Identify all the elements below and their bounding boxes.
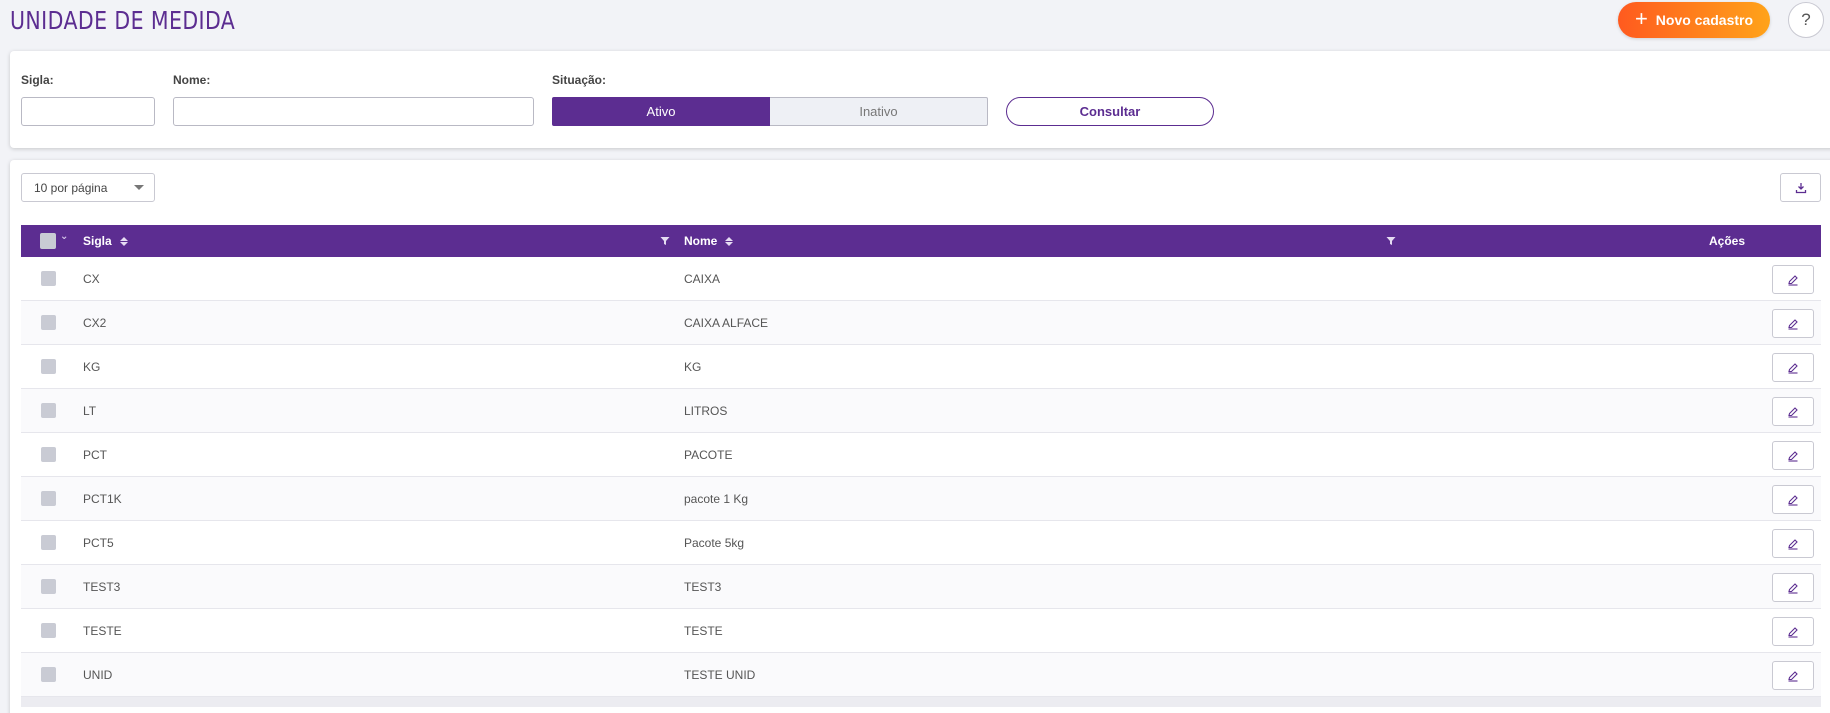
- table-row: UNID TESTE UNID: [21, 653, 1821, 697]
- table-row: CX CAIXA: [21, 257, 1821, 301]
- edit-button[interactable]: [1772, 485, 1814, 514]
- sort-icon[interactable]: [119, 236, 128, 246]
- caret-down-icon: [134, 185, 144, 190]
- row-checkbox[interactable]: [41, 403, 56, 418]
- situacao-inativo-toggle[interactable]: Inativo: [770, 97, 988, 126]
- pencil-icon: [1788, 406, 1798, 418]
- pencil-icon: [1788, 318, 1798, 330]
- edit-button[interactable]: [1772, 573, 1814, 602]
- pencil-icon: [1788, 626, 1798, 638]
- filter-icon[interactable]: [1386, 236, 1396, 246]
- sigla-filter-input[interactable]: [21, 97, 155, 126]
- edit-button[interactable]: [1772, 265, 1814, 294]
- pencil-icon: [1788, 494, 1798, 506]
- nome-filter-label: Nome:: [173, 73, 211, 87]
- row-checkbox[interactable]: [41, 667, 56, 682]
- row-nome: CAIXA ALFACE: [684, 316, 769, 330]
- sigla-filter-label: Sigla:: [21, 73, 54, 87]
- row-checkbox[interactable]: [41, 271, 56, 286]
- pencil-icon: [1788, 582, 1798, 594]
- nome-filter-input[interactable]: [173, 97, 534, 126]
- row-nome: LITROS: [684, 404, 728, 418]
- row-checkbox[interactable]: [41, 623, 56, 638]
- table-footer: [21, 697, 1821, 707]
- pencil-icon: [1788, 450, 1798, 462]
- pencil-icon: [1788, 538, 1798, 550]
- list-panel: 10 por página ⌄ Sigla Nome Ações CX CAIX…: [10, 160, 1830, 713]
- row-sigla: KG: [83, 360, 101, 374]
- row-sigla: TEST3: [83, 580, 121, 594]
- table-row: PCT PACOTE: [21, 433, 1821, 477]
- column-header-nome[interactable]: Nome: [684, 234, 734, 248]
- row-nome: pacote 1 Kg: [684, 492, 749, 506]
- row-checkbox[interactable]: [41, 579, 56, 594]
- pencil-icon: [1788, 362, 1798, 374]
- table-row: TESTE TESTE: [21, 609, 1821, 653]
- nome-header-label: Nome: [684, 234, 718, 248]
- row-checkbox[interactable]: [41, 447, 56, 462]
- page-title: UNIDADE DE MEDIDA: [10, 6, 236, 35]
- column-header-sigla[interactable]: Sigla: [83, 234, 128, 248]
- consult-button[interactable]: Consultar: [1006, 97, 1214, 126]
- edit-button[interactable]: [1772, 397, 1814, 426]
- row-nome: TESTE: [684, 624, 723, 638]
- sigla-header-label: Sigla: [83, 234, 112, 248]
- chevron-down-icon[interactable]: ⌄: [60, 231, 68, 242]
- row-nome: KG: [684, 360, 702, 374]
- select-all-checkbox[interactable]: [40, 233, 56, 249]
- plus-icon: +: [1634, 5, 1648, 31]
- row-sigla: CX2: [83, 316, 107, 330]
- new-record-label: Novo cadastro: [1655, 12, 1754, 28]
- column-header-acoes: Ações: [1709, 234, 1745, 248]
- edit-button[interactable]: [1772, 309, 1814, 338]
- page-size-label: 10 por página: [34, 180, 108, 195]
- row-nome: Pacote 5kg: [684, 536, 745, 550]
- row-sigla: UNID: [83, 668, 113, 682]
- acoes-header-label: Ações: [1709, 234, 1746, 248]
- sort-icon[interactable]: [725, 236, 734, 246]
- table-body: CX CAIXA CX2 CAIXA ALFACE KG KG LT LITRO…: [21, 257, 1821, 697]
- row-nome: TESTE UNID: [684, 668, 756, 682]
- row-sigla: TESTE: [83, 624, 122, 638]
- help-button[interactable]: ?: [1788, 2, 1824, 38]
- filter-panel: Sigla: Nome: Situação: Ativo Inativo Con…: [10, 51, 1830, 148]
- edit-button[interactable]: [1772, 353, 1814, 382]
- table-row: PCT5 Pacote 5kg: [21, 521, 1821, 565]
- table-row: LT LITROS: [21, 389, 1821, 433]
- pencil-icon: [1788, 670, 1798, 682]
- page-size-select[interactable]: 10 por página: [21, 173, 155, 202]
- table-row: TEST3 TEST3: [21, 565, 1821, 609]
- row-sigla: LT: [83, 404, 97, 418]
- edit-button[interactable]: [1772, 661, 1814, 690]
- export-button[interactable]: [1780, 173, 1821, 202]
- row-sigla: PCT: [83, 448, 107, 462]
- pencil-icon: [1788, 274, 1798, 286]
- row-checkbox[interactable]: [41, 359, 56, 374]
- download-icon: [1795, 182, 1806, 193]
- row-sigla: PCT5: [83, 536, 114, 550]
- table-row: PCT1K pacote 1 Kg: [21, 477, 1821, 521]
- row-nome: TEST3: [684, 580, 722, 594]
- table-header: ⌄ Sigla Nome Ações: [21, 225, 1821, 257]
- new-record-button[interactable]: + Novo cadastro: [1618, 2, 1770, 38]
- row-sigla: CX: [83, 272, 100, 286]
- row-checkbox[interactable]: [41, 491, 56, 506]
- situacao-ativo-toggle[interactable]: Ativo: [552, 97, 770, 126]
- edit-button[interactable]: [1772, 529, 1814, 558]
- units-table: ⌄ Sigla Nome Ações CX CAIXA CX2 CAIXA AL…: [21, 225, 1821, 707]
- filter-icon[interactable]: [660, 236, 670, 246]
- situacao-filter-label: Situação:: [552, 73, 607, 87]
- row-checkbox[interactable]: [41, 315, 56, 330]
- table-row: KG KG: [21, 345, 1821, 389]
- row-sigla: PCT1K: [83, 492, 122, 506]
- edit-button[interactable]: [1772, 441, 1814, 470]
- edit-button[interactable]: [1772, 617, 1814, 646]
- row-nome: CAIXA: [684, 272, 721, 286]
- table-row: CX2 CAIXA ALFACE: [21, 301, 1821, 345]
- question-icon: ?: [1801, 10, 1811, 29]
- row-checkbox[interactable]: [41, 535, 56, 550]
- row-nome: PACOTE: [684, 448, 733, 462]
